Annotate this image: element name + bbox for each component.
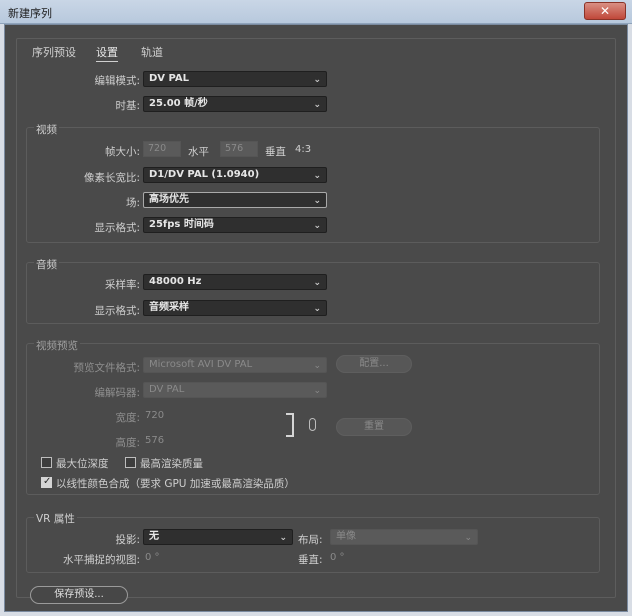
codec-select[interactable]: DV PAL ⌄ [143,382,327,398]
preview-file-format-label: 预览文件格式: [73,362,140,374]
timebase-select[interactable]: 25.00 帧/秒 ⌄ [143,96,327,112]
dimension-bracket [286,413,294,437]
video-display-format-value: 25fps 时间码 [149,219,214,230]
preview-width-value: 720 [145,410,165,421]
linear-color-label: 以线性颜色合成（要求 GPU 加速或最高渲染品质） [56,478,295,490]
frame-height-field[interactable]: 576 [220,141,258,157]
tab-tracks[interactable]: 轨道 [141,44,163,60]
title-bar: 新建序列 ✕ [0,0,632,24]
edit-mode-value: DV PAL [149,73,190,84]
video-display-format-label: 显示格式: [94,222,140,234]
checkmark-icon: ✓ [43,476,52,487]
frame-size-label: 帧大小: [104,146,140,158]
pixel-aspect-value: D1/DV PAL (1.0940) [149,169,260,180]
video-preview-section-title: 视频预览 [34,338,80,353]
horizontal-label: 水平 [188,146,209,158]
audio-display-format-value: 音频采样 [149,302,189,313]
reset-button[interactable]: 重置 [336,418,412,436]
horizontal-view-label: 水平捕捉的视图: [62,554,140,566]
projection-label: 投影: [115,534,140,546]
chevron-down-icon: ⌄ [313,100,321,110]
video-section-title: 视频 [34,122,59,137]
audio-display-format-select[interactable]: 音频采样 ⌄ [143,300,327,316]
aspect-ratio-value: 4:3 [295,144,312,155]
codec-label: 编解码器: [94,387,140,399]
chevron-down-icon: ⌄ [313,196,321,206]
chevron-down-icon: ⌄ [279,533,287,543]
chevron-down-icon: ⌄ [313,75,321,85]
chevron-down-icon: ⌄ [464,533,472,543]
edit-mode-label: 编辑模式: [94,75,140,87]
vr-vertical-value: 0 ° [330,552,345,563]
fields-select[interactable]: 高场优先 ⌄ [143,192,327,208]
projection-select[interactable]: 无 ⌄ [143,529,293,545]
projection-value: 无 [149,531,159,542]
save-preset-button[interactable]: 保存预设... [30,586,128,604]
chevron-down-icon: ⌄ [313,278,321,288]
preview-height-value: 576 [145,435,165,446]
max-render-quality-checkbox[interactable] [125,457,136,468]
sample-rate-value: 48000 Hz [149,276,202,287]
preview-file-format-select[interactable]: Microsoft AVI DV PAL ⌄ [143,357,327,373]
tab-sequence-presets[interactable]: 序列预设 [32,44,76,60]
linear-color-checkbox[interactable]: ✓ [41,476,52,488]
layout-select[interactable]: 单像 ⌄ [330,529,478,545]
chevron-down-icon: ⌄ [313,361,321,371]
timebase-value: 25.00 帧/秒 [149,98,208,109]
codec-value: DV PAL [149,384,185,395]
chevron-down-icon: ⌄ [313,171,321,181]
video-display-format-select[interactable]: 25fps 时间码 ⌄ [143,217,327,233]
chevron-down-icon: ⌄ [313,386,321,396]
preview-height-label: 高度: [115,437,140,449]
fields-value: 高场优先 [149,194,189,205]
vr-section-title: VR 属性 [34,511,77,526]
configure-button[interactable]: 配置... [336,355,412,373]
vertical-label: 垂直 [265,146,286,158]
chevron-down-icon: ⌄ [313,221,321,231]
sample-rate-select[interactable]: 48000 Hz ⌄ [143,274,327,290]
horizontal-view-value: 0 ° [145,552,160,563]
preview-width-label: 宽度: [115,412,140,424]
audio-display-format-label: 显示格式: [94,305,140,317]
frame-width-field[interactable]: 720 [143,141,181,157]
link-icon[interactable] [309,418,316,431]
vr-vertical-label: 垂直: [298,554,323,566]
close-button[interactable]: ✕ [584,2,626,20]
max-render-quality-label: 最高渲染质量 [140,458,203,470]
audio-section-title: 音频 [34,257,59,272]
edit-mode-select[interactable]: DV PAL ⌄ [143,71,327,87]
chevron-down-icon: ⌄ [313,304,321,314]
fields-label: 场: [125,197,140,209]
layout-label: 布局: [298,534,323,546]
tab-settings[interactable]: 设置 [96,44,118,62]
layout-value: 单像 [336,531,356,542]
pixel-aspect-select[interactable]: D1/DV PAL (1.0940) ⌄ [143,167,327,183]
pixel-aspect-label: 像素长宽比: [83,172,140,184]
preview-file-format-value: Microsoft AVI DV PAL [149,359,253,370]
window-title: 新建序列 [8,7,52,20]
timebase-label: 时基: [115,100,140,112]
max-bit-depth-label: 最大位深度 [56,458,109,470]
max-bit-depth-checkbox[interactable] [41,457,52,468]
sample-rate-label: 采样率: [104,279,140,291]
